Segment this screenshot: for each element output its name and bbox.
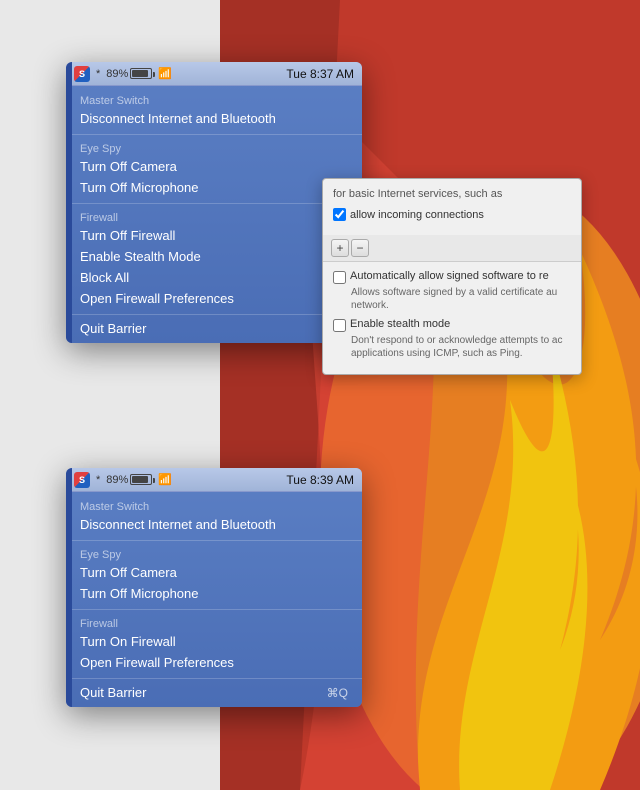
firewall-section-2: Firewall Turn On Firewall Open Firewall … xyxy=(66,613,362,675)
block-all-1[interactable]: Block All xyxy=(66,267,362,288)
firewall-popup: for basic Internet services, such as all… xyxy=(322,178,582,375)
turn-off-camera-1[interactable]: Turn Off Camera xyxy=(66,156,362,177)
fw-remove-button[interactable]: − xyxy=(351,239,369,257)
fw-popup-options: Automatically allow signed software to r… xyxy=(323,262,581,374)
open-firewall-prefs-2[interactable]: Open Firewall Preferences xyxy=(66,652,362,673)
eye-spy-section-1: Eye Spy Turn Off Camera Turn Off Microph… xyxy=(66,138,362,200)
fw-popup-body: for basic Internet services, such as all… xyxy=(323,179,581,235)
fw-toolbar: + − xyxy=(323,235,581,262)
turn-off-firewall-1[interactable]: Turn Off Firewall xyxy=(66,225,362,246)
menu-panel-1: S * 89% 📶 Tue 8:37 AM Master Switch Disc… xyxy=(66,62,362,343)
open-firewall-prefs-1[interactable]: Open Firewall Preferences xyxy=(66,288,362,309)
fw-auto-signed-label: Automatically allow signed software to r… xyxy=(350,270,549,282)
menu-bar-1: S * 89% 📶 Tue 8:37 AM xyxy=(66,62,362,86)
menu-bar-2: S * 89% 📶 Tue 8:39 AM xyxy=(66,468,362,492)
firewall-section-1: Firewall Turn Off Firewall Enable Stealt… xyxy=(66,207,362,311)
disconnect-item-2[interactable]: Disconnect Internet and Bluetooth xyxy=(66,514,362,535)
eye-spy-section-2: Eye Spy Turn Off Camera Turn Off Microph… xyxy=(66,544,362,606)
eye-spy-header-2: Eye Spy xyxy=(66,546,362,562)
menu-panel-2: S * 89% 📶 Tue 8:39 AM Master Switch Disc… xyxy=(66,468,362,707)
master-switch-header-1: Master Switch xyxy=(66,92,362,108)
turn-off-camera-2[interactable]: Turn Off Camera xyxy=(66,562,362,583)
bluetooth-icon-2: * xyxy=(96,474,100,486)
battery-indicator-2: 89% xyxy=(106,474,152,486)
firewall-header-2: Firewall xyxy=(66,615,362,631)
firewall-header-1: Firewall xyxy=(66,209,362,225)
fw-allow-label: allow incoming connections xyxy=(350,209,484,221)
turn-off-microphone-1[interactable]: Turn Off Microphone xyxy=(66,177,362,198)
fw-stealth-checkbox[interactable] xyxy=(333,319,346,332)
fw-add-button[interactable]: + xyxy=(331,239,349,257)
enable-stealth-mode-1[interactable]: Enable Stealth Mode xyxy=(66,246,362,267)
fw-allow-checkbox[interactable] xyxy=(333,208,346,221)
battery-icon-2 xyxy=(130,474,152,485)
bluetooth-icon-1: * xyxy=(96,68,100,80)
menu-time-2: Tue 8:39 AM xyxy=(286,473,354,487)
battery-icon-1 xyxy=(130,68,152,79)
fw-stealth-label: Enable stealth mode xyxy=(350,318,450,330)
menu-time-1: Tue 8:37 AM xyxy=(286,67,354,81)
fw-stealth-sub: Don't respond to or acknowledge attempts… xyxy=(333,334,571,360)
left-accent-2 xyxy=(66,468,72,707)
master-switch-section-2: Master Switch Disconnect Internet and Bl… xyxy=(66,496,362,537)
barrier-icon-1: S xyxy=(74,66,90,82)
turn-on-firewall-2[interactable]: Turn On Firewall xyxy=(66,631,362,652)
quit-barrier-1[interactable]: Quit Barrier ⌘Q xyxy=(66,318,362,339)
fw-allow-text: for basic Internet services, such as xyxy=(333,187,571,202)
barrier-icon-2: S xyxy=(74,472,90,488)
menu-body-2: Master Switch Disconnect Internet and Bl… xyxy=(66,492,362,707)
fw-auto-signed-sub: Allows software signed by a valid certif… xyxy=(333,286,571,312)
left-accent-1 xyxy=(66,62,72,343)
quit-barrier-2[interactable]: Quit Barrier ⌘Q xyxy=(66,682,362,703)
wifi-icon-1: 📶 xyxy=(158,67,172,80)
battery-indicator-1: 89% xyxy=(106,68,152,80)
master-switch-header-2: Master Switch xyxy=(66,498,362,514)
master-switch-section-1: Master Switch Disconnect Internet and Bl… xyxy=(66,90,362,131)
menu-body-1: Master Switch Disconnect Internet and Bl… xyxy=(66,86,362,343)
eye-spy-header-1: Eye Spy xyxy=(66,140,362,156)
wifi-icon-2: 📶 xyxy=(158,473,172,486)
fw-auto-signed-checkbox[interactable] xyxy=(333,271,346,284)
turn-off-microphone-2[interactable]: Turn Off Microphone xyxy=(66,583,362,604)
disconnect-item-1[interactable]: Disconnect Internet and Bluetooth xyxy=(66,108,362,129)
